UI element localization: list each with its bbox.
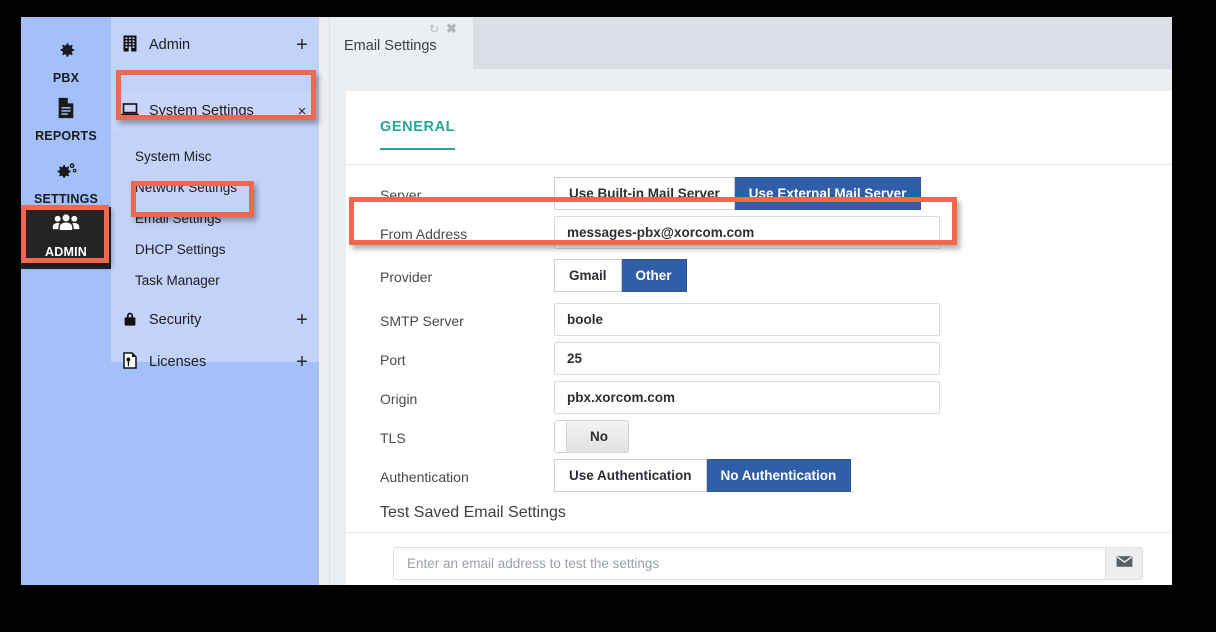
users-icon [21, 213, 111, 243]
expand-icon-security[interactable]: + [285, 309, 319, 332]
tab-general[interactable]: GENERAL [380, 119, 456, 150]
menu-group-security[interactable]: Security + [111, 302, 319, 338]
tls-toggle-value: No [566, 421, 628, 452]
main-pane: Email Settings ↻ ✖ GENERAL Server Use Bu… [330, 17, 1172, 585]
menu-group-label-admin: Admin [149, 37, 191, 53]
rail-label-reports: REPORTS [35, 129, 97, 143]
form-row-port: Port [346, 342, 1172, 381]
form-row-from-address: From Address [346, 216, 1172, 255]
menu-item-label: Network Settings [135, 180, 238, 195]
settings-card: GENERAL Server Use Built-in Mail Server … [346, 91, 1172, 585]
test-section-divider [346, 532, 1172, 533]
origin-input[interactable] [554, 381, 940, 414]
send-test-email-button[interactable] [1105, 547, 1143, 580]
menu-group-label-security: Security [149, 312, 202, 328]
rail-item-reports[interactable]: REPORTS [21, 97, 111, 143]
menu-group-label-system-settings: System Settings [149, 103, 254, 119]
form-row-server: Server Use Built-in Mail Server Use Exte… [346, 177, 1172, 216]
submenu-panel: Admin + System Settings × System Misc Ne… [111, 17, 319, 585]
tls-toggle[interactable]: No [554, 420, 629, 453]
menu-item-label: Email Settings [135, 211, 222, 226]
label-server: Server [380, 187, 422, 203]
rail-label-admin: ADMIN [45, 245, 87, 259]
form-row-tls: TLS No [346, 420, 1172, 459]
document-icon [21, 97, 111, 127]
menu-item-email-settings[interactable]: Email Settings [111, 203, 319, 234]
label-authentication: Authentication [380, 469, 469, 485]
panel-scroll-gutter[interactable] [319, 17, 330, 585]
menu-group-label-licenses: Licenses [149, 354, 207, 370]
menu-group-licenses[interactable]: Licenses + [111, 344, 319, 380]
auth-option-none[interactable]: No Authentication [706, 459, 852, 492]
screenshot-frame: PBX REPORTS SETTINGS ADMIN Admin + Syste… [0, 0, 1216, 632]
rail-item-pbx[interactable]: PBX [21, 39, 111, 85]
form-row-authentication: Authentication Use Authentication No Aut… [346, 459, 1172, 498]
test-email-input[interactable] [393, 547, 1105, 580]
icon-rail: PBX REPORTS SETTINGS ADMIN [21, 17, 111, 585]
provider-segmented-control[interactable]: Gmail Other [554, 259, 687, 292]
port-input[interactable] [554, 342, 940, 375]
gears-icon [21, 160, 111, 190]
tab-email-settings[interactable]: Email Settings ↻ ✖ [330, 17, 473, 69]
tab-divider [346, 164, 1172, 165]
label-tls: TLS [380, 430, 406, 446]
close-icon-system-settings[interactable]: × [285, 103, 319, 120]
label-port: Port [380, 352, 406, 368]
menu-item-label: DHCP Settings [135, 242, 226, 257]
auth-option-use[interactable]: Use Authentication [554, 459, 707, 492]
rail-item-settings[interactable]: SETTINGS [21, 160, 111, 206]
smtp-server-input[interactable] [554, 303, 940, 336]
label-from-address: From Address [380, 226, 468, 242]
menu-item-system-misc[interactable]: System Misc [111, 141, 319, 172]
form-row-origin: Origin [346, 381, 1172, 420]
rail-label-settings: SETTINGS [33, 192, 99, 206]
license-icon [111, 352, 149, 372]
tab-bar: Email Settings ↻ ✖ [330, 17, 1172, 69]
building-icon [111, 35, 149, 55]
rail-label-pbx: PBX [52, 71, 80, 85]
menu-item-network-settings[interactable]: Network Settings [111, 172, 319, 203]
gear-icon [21, 39, 111, 69]
label-origin: Origin [380, 391, 418, 407]
form-row-smtp-server: SMTP Server [346, 303, 1172, 342]
provider-option-gmail[interactable]: Gmail [554, 259, 622, 292]
menu-group-system-settings[interactable]: System Settings × [111, 91, 319, 131]
menu-item-label: Task Manager [135, 273, 220, 288]
label-smtp-server: SMTP Server [380, 313, 464, 329]
close-icon[interactable]: ✖ [446, 21, 457, 37]
expand-icon-admin[interactable]: + [285, 34, 319, 57]
menu-item-dhcp-settings[interactable]: DHCP Settings [111, 234, 319, 265]
rail-item-admin[interactable]: ADMIN [21, 207, 111, 269]
test-email-group [393, 547, 1143, 580]
provider-option-other[interactable]: Other [621, 259, 687, 292]
app-viewport: PBX REPORTS SETTINGS ADMIN Admin + Syste… [21, 17, 1172, 585]
server-segmented-control[interactable]: Use Built-in Mail Server Use External Ma… [554, 177, 922, 210]
refresh-icon[interactable]: ↻ [429, 22, 439, 36]
from-address-input[interactable] [554, 216, 940, 249]
server-option-external[interactable]: Use External Mail Server [734, 177, 922, 210]
menu-item-task-manager[interactable]: Task Manager [111, 265, 319, 296]
form-row-provider: Provider Gmail Other [346, 259, 1172, 298]
tab-label: Email Settings [344, 38, 437, 54]
server-option-builtin[interactable]: Use Built-in Mail Server [554, 177, 735, 210]
envelope-icon [1116, 555, 1133, 573]
label-provider: Provider [380, 269, 433, 285]
authentication-segmented-control[interactable]: Use Authentication No Authentication [554, 459, 852, 492]
test-section-title: Test Saved Email Settings [380, 504, 566, 521]
menu-item-label: System Misc [135, 149, 212, 164]
lock-icon [111, 311, 149, 330]
expand-icon-licenses[interactable]: + [285, 351, 319, 374]
menu-group-admin[interactable]: Admin + [111, 27, 319, 63]
laptop-icon [111, 102, 149, 120]
tab-bar-underlay [330, 69, 1172, 91]
